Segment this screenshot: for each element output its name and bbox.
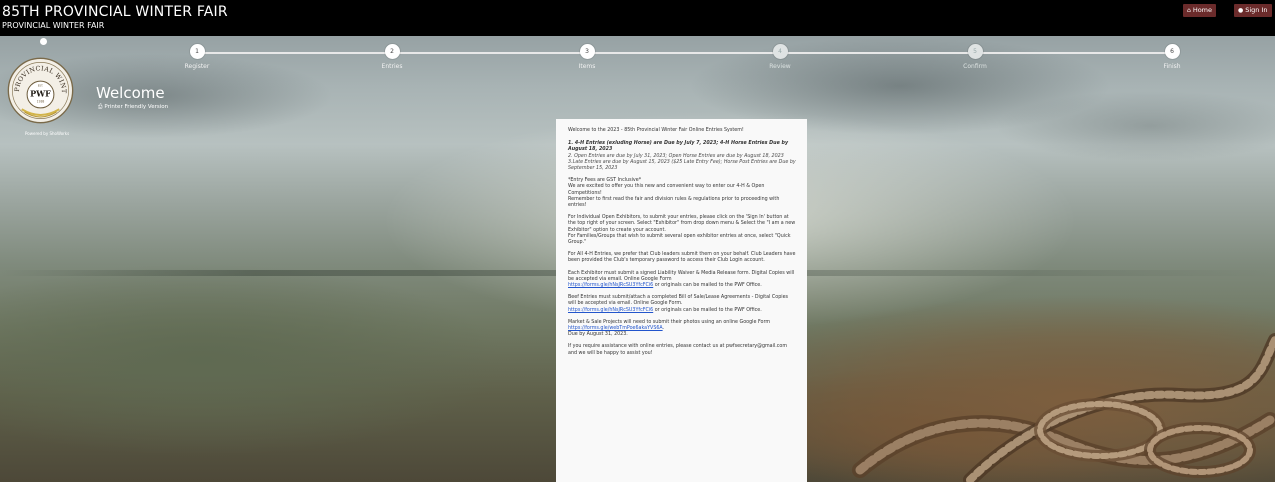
home-button-label: Home: [1192, 6, 1213, 14]
user-icon: ●: [1238, 7, 1244, 14]
sign-in-button-label: Sign In: [1245, 6, 1268, 14]
printer-friendly-link[interactable]: ⎙ Printer Friendly Version: [98, 104, 168, 111]
step-number: 2: [384, 44, 400, 59]
entry-progress-steps: 1 Register 2 Entries 3 Items 4 Review 5 …: [0, 44, 1275, 74]
deadline-open: 2. Open Entries are due by July 31, 2023…: [568, 153, 784, 159]
beef-text: Beef Entries must submit/attach a comple…: [568, 295, 789, 307]
waiver-form-link[interactable]: https://forms.gle/hNsJRcSU3YfcFCi6: [568, 283, 653, 288]
step-review: 4 Review: [740, 44, 820, 71]
assistance-contact: If you require assistance with online en…: [568, 344, 788, 356]
market-period: .: [662, 326, 665, 332]
logo-est: EST.: [38, 83, 44, 87]
step-label: Review: [769, 63, 791, 70]
rules-reminder: Remember to first read the fair and divi…: [568, 196, 780, 209]
step-label: Finish: [1163, 63, 1181, 70]
step-number: 1: [189, 44, 205, 59]
powered-by-text: Powered by ShoWorks: [25, 131, 70, 136]
step-register: 1 Register: [157, 44, 237, 71]
deadline-late: 3.Late Entries are due by August 15, 202…: [568, 159, 796, 172]
step-label: Register: [184, 63, 210, 70]
step-number: 6: [1164, 44, 1180, 59]
market-text: Market & Sale Projects will need to subm…: [568, 319, 771, 325]
logo-year: 1938: [37, 100, 45, 104]
fourh-instructions: For All 4-H Entries, we prefer that Club…: [568, 252, 796, 264]
step-finish: 6 Finish: [1132, 44, 1212, 71]
top-bar: 85TH PROVINCIAL WINTER FAIR PROVINCIAL W…: [0, 0, 1275, 36]
beef-form-link[interactable]: https://forms.gle/hNsJRcSU3YfcFCi6: [568, 308, 653, 313]
progress-line: [197, 52, 1173, 54]
rope-decoration: [852, 333, 1275, 482]
gst-note: *Entry Fees are GST Inclusive*: [568, 178, 642, 184]
home-button[interactable]: ⌂ Home: [1183, 4, 1217, 17]
logo-monogram: PWF: [30, 89, 51, 99]
step-items: 3 Items: [547, 44, 627, 71]
step-number: 5: [967, 44, 983, 59]
step-entries: 2 Entries: [352, 44, 432, 71]
sign-in-button[interactable]: ● Sign In: [1234, 4, 1272, 17]
pwf-logo[interactable]: PROVINCIAL WINTER FAIR EST. PWF 1938: [7, 57, 74, 124]
home-icon: ⌂: [1187, 7, 1191, 14]
waiver-text: Each Exhibitor must submit a signed Liab…: [568, 270, 795, 282]
printer-friendly-label: Printer Friendly Version: [104, 104, 169, 110]
page-title: Welcome: [96, 84, 165, 102]
print-icon: ⎙: [98, 104, 103, 110]
step-label: Entries: [381, 63, 403, 70]
market-due: Due by August 31, 2023.: [568, 332, 628, 338]
step-confirm: 5 Confirm: [935, 44, 1015, 71]
step-label: Confirm: [963, 63, 987, 70]
site-subtitle: PROVINCIAL WINTER FAIR: [2, 21, 105, 30]
individual-instructions: For Individual Open Exhibitors, to submi…: [568, 215, 796, 233]
step-number: 4: [772, 44, 788, 59]
families-instructions: For Families/Groups that wish to submit …: [568, 233, 791, 246]
waiver-mail-text: or originals can be mailed to the PWF Of…: [653, 283, 762, 289]
welcome-content-card: Welcome to the 2023 - 85th Provincial Wi…: [556, 119, 807, 482]
deadline-4h: 1. 4-H Entries (exluding Horse) are Due …: [568, 141, 789, 153]
excited-text: We are excited to offer you this new and…: [568, 184, 765, 196]
step-label: Items: [578, 63, 596, 70]
site-title[interactable]: 85TH PROVINCIAL WINTER FAIR: [2, 4, 228, 20]
step-number: 3: [579, 44, 595, 59]
market-form-link[interactable]: https://forms.gle/webTmPoe6akaYVS6A: [568, 326, 663, 331]
welcome-heading: Welcome to the 2023 - 85th Provincial Wi…: [568, 128, 744, 133]
beef-mail-text: or originals can be mailed to the PWF Of…: [653, 307, 762, 313]
